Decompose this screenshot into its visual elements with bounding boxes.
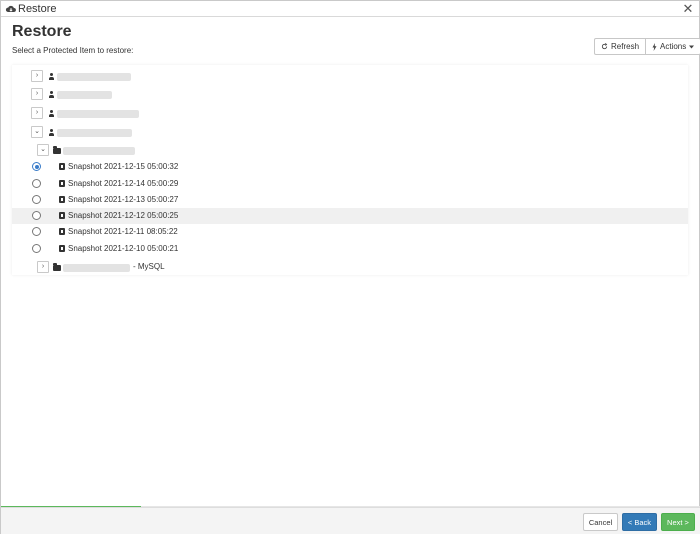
cloud-icon <box>5 5 16 12</box>
snapshot-row[interactable]: Snapshot 2021-12-11 08:05:22 <box>12 224 688 240</box>
restore-window: Restore ✕ Restore Select a Protected Ite… <box>0 0 700 534</box>
user-icon <box>48 73 55 81</box>
snapshot-icon <box>59 228 65 235</box>
toolbar-button-group: Refresh Actions <box>594 38 700 55</box>
redacted-account-name <box>57 91 112 99</box>
mysql-label: - MySQL <box>133 262 165 271</box>
tree-row-account[interactable]: › <box>12 68 688 84</box>
snapshot-radio[interactable] <box>32 195 41 204</box>
close-icon[interactable]: ✕ <box>682 2 694 15</box>
snapshot-radio[interactable] <box>32 227 41 236</box>
chevron-down-icon[interactable]: ⌄ <box>31 126 43 138</box>
snapshot-radio[interactable] <box>32 244 41 253</box>
tree-row-folder-expanded[interactable]: ⌄ <box>12 142 688 158</box>
snapshot-radio[interactable] <box>32 179 41 188</box>
chevron-right-icon[interactable]: › <box>31 107 43 119</box>
tree-row-account-expanded[interactable]: ⌄ <box>12 124 688 140</box>
snapshot-row[interactable]: Snapshot 2021-12-15 05:00:32 <box>12 159 688 175</box>
user-icon <box>48 91 55 99</box>
snapshot-label[interactable]: Snapshot 2021-12-12 05:00:25 <box>68 211 178 220</box>
snapshot-label[interactable]: Snapshot 2021-12-13 05:00:27 <box>68 195 178 204</box>
cancel-button[interactable]: Cancel <box>583 513 618 531</box>
redacted-folder-name <box>63 147 135 155</box>
chevron-right-icon[interactable]: › <box>37 261 49 273</box>
protected-items-tree: › › › ⌄ ⌄ Snapshot 2021-12-15 05:00:32 S… <box>12 65 688 275</box>
snapshot-icon <box>59 180 65 187</box>
page-subtitle: Select a Protected Item to restore: <box>12 46 134 55</box>
snapshot-label[interactable]: Snapshot 2021-12-10 05:00:21 <box>68 244 178 253</box>
user-icon <box>48 110 55 118</box>
snapshot-row[interactable]: Snapshot 2021-12-10 05:00:21 <box>12 241 688 257</box>
chevron-right-icon[interactable]: › <box>31 70 43 82</box>
tree-row-account[interactable]: › <box>12 86 688 102</box>
wizard-footer: Cancel < Back Next > <box>1 507 700 534</box>
tree-row-mysql[interactable]: › - MySQL <box>12 259 688 275</box>
snapshot-label[interactable]: Snapshot 2021-12-11 08:05:22 <box>68 227 178 236</box>
snapshot-label[interactable]: Snapshot 2021-12-15 05:00:32 <box>68 162 178 171</box>
chevron-right-icon[interactable]: › <box>31 88 43 100</box>
window-title: Restore <box>18 3 57 15</box>
snapshot-radio[interactable] <box>32 162 41 171</box>
snapshot-icon <box>59 196 65 203</box>
snapshot-icon <box>59 163 65 170</box>
redacted-account-name <box>57 129 132 137</box>
chevron-down-icon[interactable]: ⌄ <box>37 144 49 156</box>
title-bar: Restore ✕ <box>1 1 699 17</box>
snapshot-radio[interactable] <box>32 211 41 220</box>
caret-down-icon <box>689 45 695 48</box>
snapshot-label[interactable]: Snapshot 2021-12-14 05:00:29 <box>68 179 178 188</box>
redacted-database-name <box>63 264 130 272</box>
bolt-icon <box>652 42 657 51</box>
page-title: Restore <box>12 23 72 40</box>
redacted-account-name <box>57 110 139 118</box>
snapshot-row[interactable]: Snapshot 2021-12-12 05:00:25 <box>12 208 688 224</box>
actions-label: Actions <box>660 42 687 51</box>
folder-icon <box>53 146 61 154</box>
snapshot-row[interactable]: Snapshot 2021-12-13 05:00:27 <box>12 192 688 208</box>
folder-icon <box>53 263 61 271</box>
user-icon <box>48 129 55 137</box>
snapshot-row[interactable]: Snapshot 2021-12-14 05:00:29 <box>12 176 688 192</box>
redacted-account-name <box>57 73 131 81</box>
back-button[interactable]: < Back <box>622 513 657 531</box>
snapshot-icon <box>59 212 65 219</box>
refresh-icon <box>601 43 608 50</box>
refresh-label: Refresh <box>611 42 640 51</box>
refresh-button[interactable]: Refresh <box>595 39 645 54</box>
snapshot-icon <box>59 245 65 252</box>
next-button[interactable]: Next > <box>661 513 695 531</box>
actions-dropdown[interactable]: Actions <box>645 39 700 54</box>
tree-row-account[interactable]: › <box>12 105 688 121</box>
